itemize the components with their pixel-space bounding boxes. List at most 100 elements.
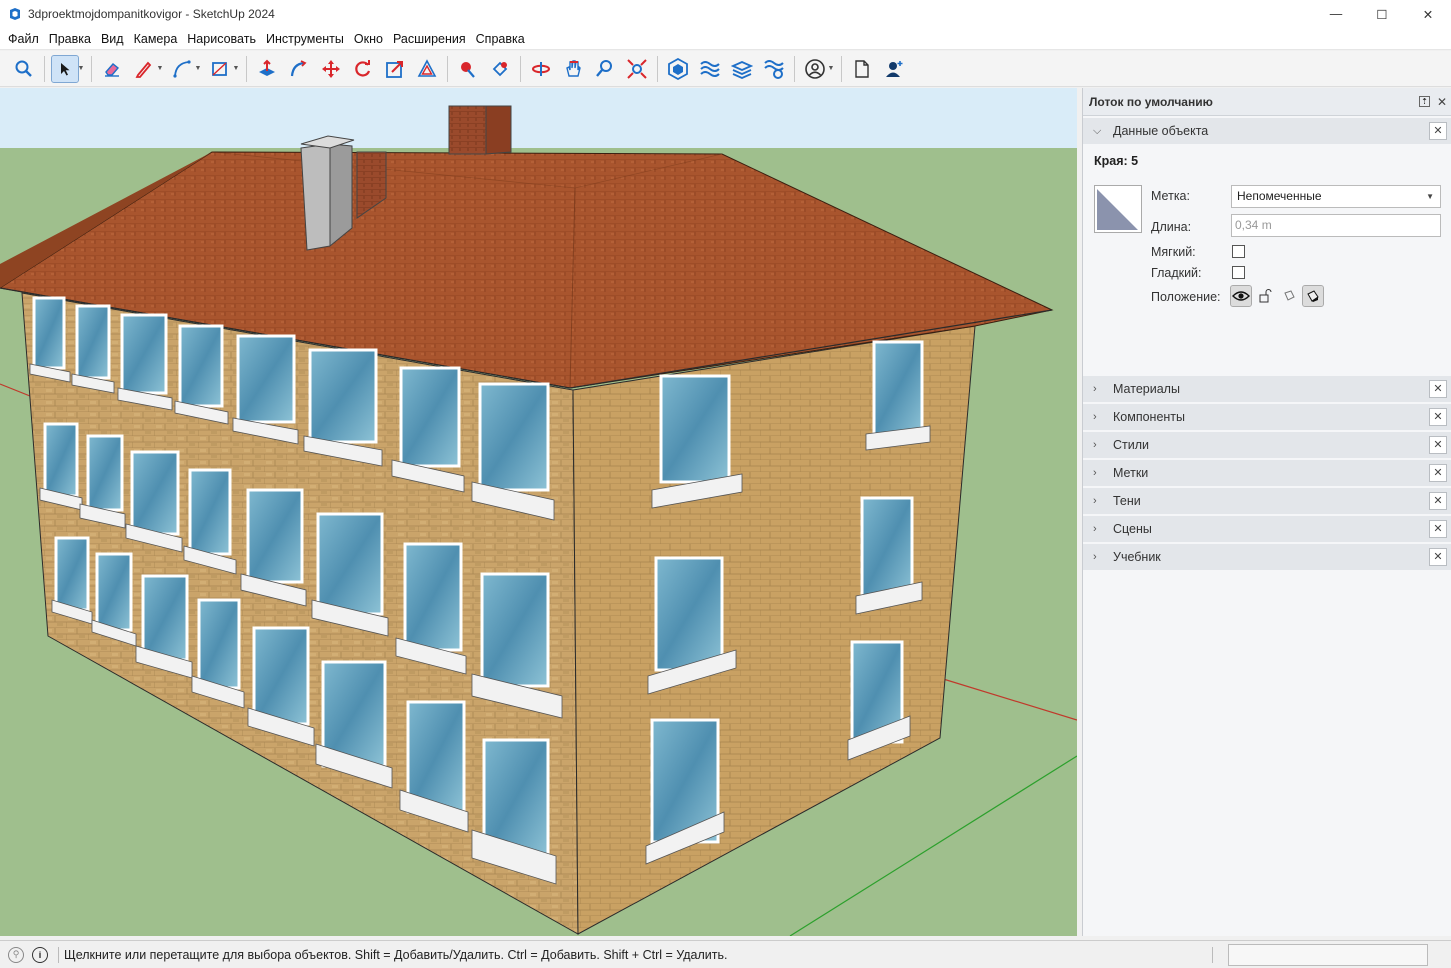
length-label: Длина: <box>1151 220 1192 234</box>
length-field[interactable]: 0,34 m <box>1231 214 1441 237</box>
close-icon[interactable]: ✕ <box>1429 380 1447 398</box>
select-arrow-icon[interactable] <box>51 54 79 83</box>
tag-value: Непомеченные <box>1237 189 1322 203</box>
chevron-right-icon: › <box>1093 383 1097 395</box>
tags-section[interactable]: › Метки ✕ <box>1083 460 1451 486</box>
offset-icon[interactable] <box>414 56 440 82</box>
pencil-line-icon[interactable] <box>131 56 157 82</box>
follow-me-icon[interactable] <box>286 56 312 82</box>
menu-bar: Файл Правка Вид Камера Нарисовать Инстру… <box>0 28 1451 50</box>
layout-icon[interactable] <box>729 56 755 82</box>
toolbar-separator <box>520 55 521 82</box>
scenes-section[interactable]: › Сцены ✕ <box>1083 516 1451 542</box>
close-icon[interactable]: ✕ <box>1429 548 1447 566</box>
add-user-icon[interactable] <box>881 56 907 82</box>
rotate-icon[interactable] <box>350 56 376 82</box>
window-title: 3dproektmojdompanitkovigor - SketchUp 20… <box>28 7 275 21</box>
warehouse-icon[interactable] <box>665 56 691 82</box>
toolbar-separator <box>246 55 247 82</box>
section-label: Тени <box>1113 494 1141 508</box>
menu-extensions[interactable]: Расширения <box>388 28 471 50</box>
menu-draw[interactable]: Нарисовать <box>182 28 261 50</box>
entity-info-header[interactable]: ⌵ Данные объекта ✕ <box>1083 118 1451 144</box>
close-icon[interactable]: ✕ <box>1429 464 1447 482</box>
eraser-icon[interactable] <box>99 56 125 82</box>
tag-select[interactable]: Непомеченные ▼ <box>1231 185 1441 208</box>
menu-tools[interactable]: Инструменты <box>261 28 349 50</box>
menu-file[interactable]: Файл <box>3 28 44 50</box>
building-model-render <box>0 88 1077 936</box>
push-pull-icon[interactable] <box>254 56 280 82</box>
close-icon[interactable]: ✕ <box>1429 520 1447 538</box>
components-section[interactable]: › Компоненты ✕ <box>1083 404 1451 430</box>
toolbar-separator <box>794 55 795 82</box>
soft-label: Мягкий: <box>1151 245 1196 259</box>
close-icon[interactable]: ✕ <box>1429 122 1447 140</box>
status-bar: ⚲ i Щелкните или перетащите для выбора о… <box>0 940 1451 968</box>
styles-section[interactable]: › Стили ✕ <box>1083 432 1451 458</box>
close-icon[interactable]: ✕ <box>1429 492 1447 510</box>
menu-view[interactable]: Вид <box>96 28 129 50</box>
orbit-icon[interactable] <box>528 56 554 82</box>
materials-section[interactable]: › Материалы ✕ <box>1083 376 1451 402</box>
tape-measure-icon[interactable] <box>455 56 481 82</box>
position-toggles <box>1230 285 1324 307</box>
account-dropdown-icon[interactable]: ▼ <box>827 56 835 82</box>
line-dropdown-icon[interactable]: ▼ <box>156 56 164 82</box>
chevron-right-icon: › <box>1093 551 1097 563</box>
instructor-section[interactable]: › Учебник ✕ <box>1083 544 1451 570</box>
menu-edit[interactable]: Правка <box>44 28 96 50</box>
chimney-brick <box>448 105 512 155</box>
toolbar-separator <box>447 55 448 82</box>
title-bar: 3dproektmojdompanitkovigor - SketchUp 20… <box>0 0 1451 28</box>
shadows-section[interactable]: › Тени ✕ <box>1083 488 1451 514</box>
maximize-button[interactable]: ☐ <box>1359 0 1405 28</box>
section-label: Стили <box>1113 438 1150 452</box>
new-file-icon[interactable] <box>849 56 875 82</box>
eye-visible-icon[interactable] <box>1230 285 1252 307</box>
receive-shadow-icon[interactable] <box>1302 285 1324 307</box>
extension-warehouse-icon[interactable] <box>697 56 723 82</box>
paint-bucket-icon[interactable] <box>487 56 513 82</box>
zoom-icon[interactable] <box>592 56 618 82</box>
default-tray: Лоток по умолчанию ⇡ ✕ ⌵ Данные объекта … <box>1082 88 1451 936</box>
move-icon[interactable] <box>318 56 344 82</box>
status-divider <box>1212 947 1213 963</box>
search-icon[interactable] <box>11 56 37 82</box>
pan-icon[interactable] <box>560 56 586 82</box>
scale-icon[interactable] <box>382 56 408 82</box>
select-dropdown-icon[interactable]: ▼ <box>77 56 85 82</box>
zoom-extents-icon[interactable] <box>624 56 650 82</box>
shape-dropdown-icon[interactable]: ▼ <box>232 56 240 82</box>
entity-info-title: Данные объекта <box>1113 124 1209 138</box>
measurements-box[interactable] <box>1228 944 1428 966</box>
arc-dropdown-icon[interactable]: ▼ <box>194 56 202 82</box>
chevron-right-icon: › <box>1093 467 1097 479</box>
position-label: Положение: <box>1151 290 1221 304</box>
pin-icon[interactable]: ⇡ <box>1419 96 1430 107</box>
rectangle-icon[interactable] <box>207 56 233 82</box>
geolocation-icon[interactable]: ⚲ <box>8 946 24 963</box>
menu-camera[interactable]: Камера <box>129 28 183 50</box>
info-icon[interactable]: i <box>32 946 48 963</box>
menu-window[interactable]: Окно <box>349 28 388 50</box>
close-icon[interactable]: ✕ <box>1429 436 1447 454</box>
soft-checkbox[interactable] <box>1232 245 1245 258</box>
tray-close-icon[interactable]: ✕ <box>1437 95 1447 109</box>
smooth-checkbox[interactable] <box>1232 266 1245 279</box>
extension-manager-icon[interactable] <box>761 56 787 82</box>
section-label: Учебник <box>1113 550 1161 564</box>
chevron-right-icon: › <box>1093 411 1097 423</box>
3d-viewport[interactable] <box>0 88 1077 936</box>
minimize-button[interactable]: — <box>1313 0 1359 28</box>
arc-icon[interactable] <box>169 56 195 82</box>
status-message: Щелкните или перетащите для выбора объек… <box>64 947 728 962</box>
close-icon[interactable]: ✕ <box>1429 408 1447 426</box>
section-label: Сцены <box>1113 522 1152 536</box>
cast-shadow-icon[interactable] <box>1279 286 1299 306</box>
lock-icon[interactable] <box>1255 286 1275 306</box>
account-icon[interactable] <box>802 56 828 82</box>
close-button[interactable]: ✕ <box>1405 0 1451 28</box>
menu-help[interactable]: Справка <box>471 28 530 50</box>
edge-thumbnail <box>1094 185 1142 233</box>
